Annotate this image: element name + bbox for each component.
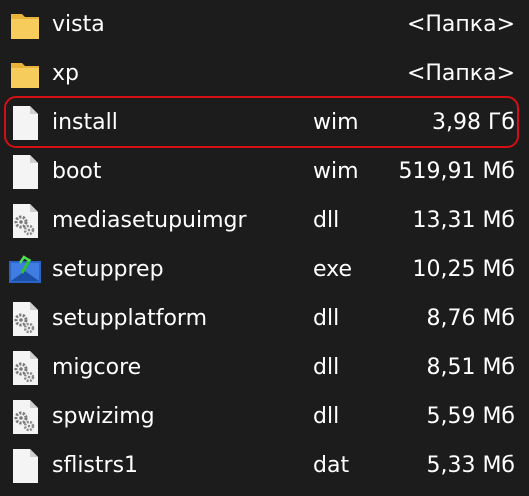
dll-gear-icon bbox=[8, 202, 42, 240]
file-extension: wim bbox=[313, 159, 359, 184]
list-item[interactable]: setupplatform dll 8,76 Мб bbox=[0, 294, 529, 343]
list-item-install[interactable]: install wim 3,98 Гб bbox=[0, 98, 529, 147]
file-icon bbox=[8, 447, 42, 485]
file-extension: dll bbox=[313, 208, 340, 233]
list-item[interactable]: xp <Папка> bbox=[0, 49, 529, 98]
file-name: xp bbox=[52, 61, 79, 86]
list-item[interactable]: migcore dll 8,51 Мб bbox=[0, 343, 529, 392]
file-size: 5,33 Мб bbox=[426, 453, 515, 478]
file-size: 13,31 Мб bbox=[412, 208, 515, 233]
list-item[interactable]: sflistrs1 dat 5,33 Мб bbox=[0, 441, 529, 490]
file-name: sflistrs1 bbox=[52, 453, 139, 478]
file-name: mediasetupuimgr bbox=[52, 208, 247, 233]
file-size: <Папка> bbox=[406, 61, 515, 86]
file-name: spwizimg bbox=[52, 404, 155, 429]
list-item[interactable]: spwizimg dll 5,59 Мб bbox=[0, 392, 529, 441]
list-item[interactable]: setupprep exe 10,25 Мб bbox=[0, 245, 529, 294]
dll-gear-icon bbox=[8, 349, 42, 387]
file-extension: dll bbox=[313, 355, 340, 380]
file-name: boot bbox=[52, 159, 102, 184]
file-size: 5,59 Мб bbox=[426, 404, 515, 429]
file-icon bbox=[8, 153, 42, 191]
file-size: 8,76 Мб bbox=[426, 306, 515, 331]
folder-icon bbox=[8, 6, 42, 44]
file-name: setupplatform bbox=[52, 306, 208, 331]
setup-exe-icon bbox=[8, 251, 42, 289]
file-size: 3,98 Гб bbox=[432, 110, 515, 135]
dll-gear-icon bbox=[8, 398, 42, 436]
file-extension: wim bbox=[313, 110, 359, 135]
file-icon bbox=[8, 104, 42, 142]
file-size: <Папка> bbox=[406, 12, 515, 37]
list-item[interactable]: vista <Папка> bbox=[0, 0, 529, 49]
list-item[interactable]: mediasetupuimgr dll 13,31 Мб bbox=[0, 196, 529, 245]
file-list: vista <Папка> xp <Папка> install wim 3,9… bbox=[0, 0, 529, 496]
file-size: 519,91 Мб bbox=[398, 159, 515, 184]
file-name: migcore bbox=[52, 355, 142, 380]
file-size: 10,25 Мб bbox=[412, 257, 515, 282]
file-extension: dll bbox=[313, 404, 340, 429]
file-extension: exe bbox=[313, 257, 353, 282]
file-name: vista bbox=[52, 12, 105, 37]
folder-icon bbox=[8, 55, 42, 93]
file-size: 8,51 Мб bbox=[426, 355, 515, 380]
file-extension: dat bbox=[313, 453, 350, 478]
file-extension: dll bbox=[313, 306, 340, 331]
file-name: install bbox=[52, 110, 118, 135]
file-name: setupprep bbox=[52, 257, 164, 282]
list-item[interactable]: boot wim 519,91 Мб bbox=[0, 147, 529, 196]
dll-gear-icon bbox=[8, 300, 42, 338]
